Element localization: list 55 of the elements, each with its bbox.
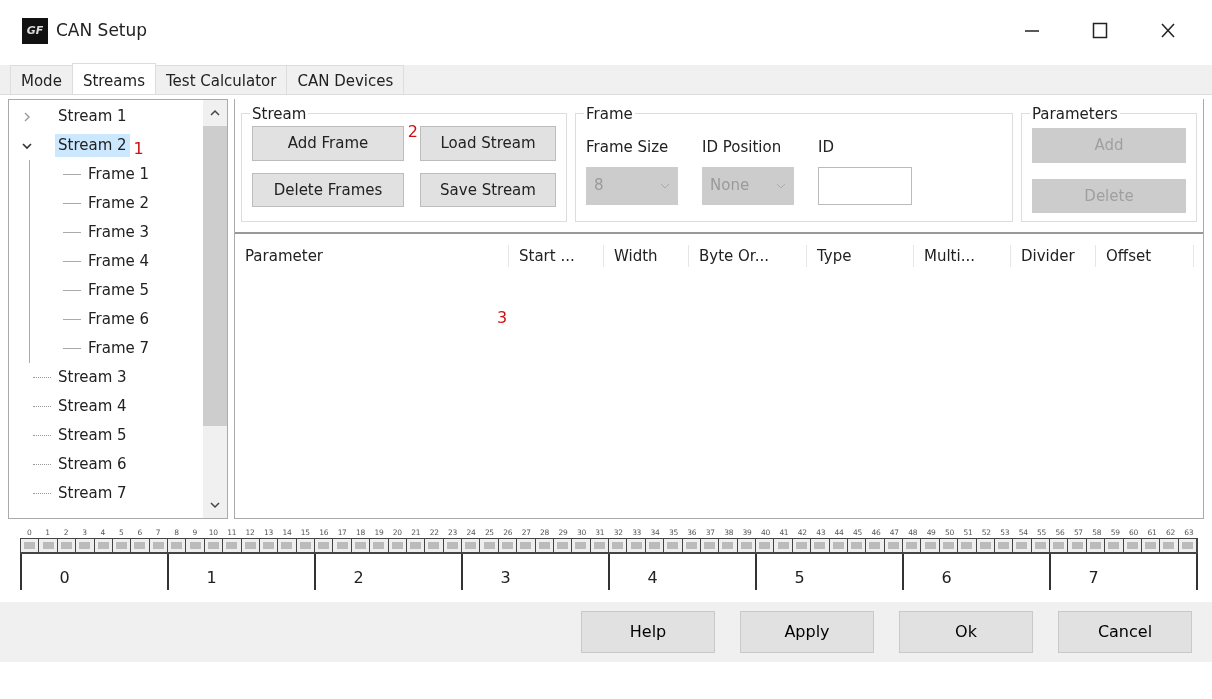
field-label: ID (818, 137, 835, 158)
byte-number: 5 (794, 567, 805, 590)
tab[interactable]: Mode (10, 64, 73, 94)
column-header[interactable]: Parameter (235, 244, 509, 268)
column-header[interactable]: Type (807, 244, 914, 268)
annotation-number: 2 (407, 121, 418, 143)
dialog-button[interactable]: Apply (740, 611, 874, 654)
stream-button[interactable]: Load Stream (420, 126, 556, 161)
tree-item[interactable]: Stream 3 (55, 366, 130, 389)
close-icon[interactable] (1159, 22, 1177, 40)
tree-item[interactable]: Frame 5 (85, 279, 153, 302)
byte-number: 0 (59, 567, 70, 590)
tree-item[interactable]: Stream 7 (55, 482, 130, 505)
annotation-number: 1 (133, 137, 144, 160)
byte-number: 6 (941, 567, 952, 590)
field-label: Frame Size (586, 137, 670, 158)
column-header[interactable]: Width (604, 244, 689, 268)
tree-item[interactable]: Frame 1 (85, 163, 153, 186)
stream-button[interactable]: Add Frame (252, 126, 404, 161)
maximize-icon[interactable] (1091, 22, 1109, 40)
column-header[interactable]: Start ... (509, 244, 604, 268)
dialog-button[interactable]: Help (581, 611, 715, 654)
byte-number: 2 (353, 567, 364, 590)
scroll-down-icon[interactable] (209, 500, 221, 510)
tree-item[interactable]: Stream 5 (55, 424, 130, 447)
stream-button[interactable]: Save Stream (420, 172, 556, 207)
window-title: CAN Setup (56, 19, 148, 43)
tab[interactable]: Streams (71, 62, 156, 94)
tree-item[interactable]: Stream 6 (55, 453, 130, 476)
stream-button[interactable]: Delete Frames (252, 172, 404, 207)
column-header[interactable]: Multi... (914, 244, 1011, 268)
app-logo: GF (22, 18, 48, 44)
tree-item[interactable]: Frame 3 (85, 221, 153, 244)
byte-number: 3 (500, 567, 511, 590)
byte-number: 4 (647, 567, 658, 590)
tree-item[interactable]: Frame 4 (85, 250, 153, 273)
byte-number: 7 (1088, 567, 1099, 590)
column-header[interactable]: Byte Or... (689, 244, 807, 268)
scroll-up-icon[interactable] (209, 108, 221, 118)
annotation-number: 3 (497, 307, 508, 329)
tree-item[interactable]: Frame 2 (85, 192, 153, 215)
field-label: ID Position (702, 137, 783, 158)
column-header[interactable]: Offset (1096, 244, 1194, 268)
id-input-field[interactable] (818, 166, 912, 205)
vertical-scrollbar[interactable] (203, 100, 227, 518)
byte-number: 1 (206, 567, 217, 590)
tree-item[interactable]: Stream 2 (55, 134, 130, 157)
dialog-button[interactable]: Cancel (1058, 611, 1192, 654)
tree-item[interactable]: Stream 4 (55, 395, 130, 418)
column-header[interactable]: Divider (1011, 244, 1096, 268)
tab[interactable]: CAN Devices (286, 64, 405, 94)
tree-item[interactable]: Stream 1 (55, 105, 130, 128)
tree-item[interactable]: Frame 7 (85, 337, 153, 360)
tree-item[interactable]: Frame 6 (85, 308, 153, 331)
dialog-button[interactable]: Ok (899, 611, 1033, 654)
